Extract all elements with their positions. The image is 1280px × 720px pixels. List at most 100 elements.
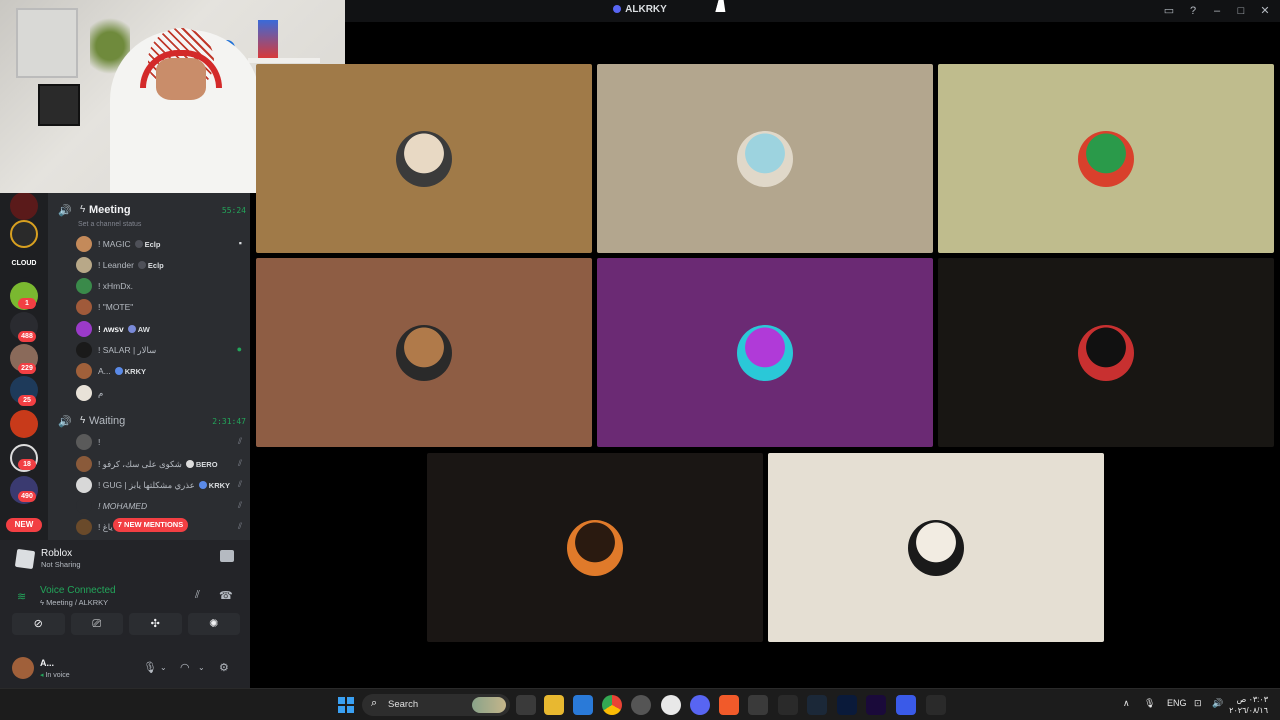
voice-channel-meeting[interactable]: 🔊 ϟ Meeting 55:24 — [56, 203, 246, 219]
app-icon[interactable] — [631, 695, 651, 715]
discord-icon[interactable] — [690, 695, 710, 715]
channel-timer: 55:24 — [221, 206, 246, 215]
tag-icon — [185, 460, 194, 468]
microphone-icon[interactable]: 🎙 — [1144, 698, 1155, 709]
avatar — [76, 498, 92, 514]
voice-connected-label[interactable]: Voice Connected — [40, 585, 116, 596]
server-icon[interactable] — [10, 220, 38, 248]
taskbar-search[interactable]: ⌕ Search — [362, 694, 510, 716]
headphones-icon[interactable]: ◠ — [180, 661, 190, 674]
language-indicator[interactable]: ENG — [1167, 698, 1187, 708]
voice-member[interactable]: ! شكوى على سك، كرفو BERO ⫽ — [76, 455, 242, 473]
disconnect-icon[interactable]: ☎ — [219, 589, 233, 602]
new-unreads-pill[interactable]: NEW — [6, 518, 42, 532]
participant-avatar — [1078, 324, 1134, 381]
server-badge: 490 — [18, 491, 36, 502]
tag-icon — [137, 261, 146, 269]
avatar — [76, 434, 92, 450]
file-explorer-icon[interactable] — [544, 695, 564, 715]
participant-avatar — [567, 519, 623, 576]
voice-member[interactable]: ! "MOTE" — [76, 298, 242, 316]
screen-share-button[interactable]: ⎚ — [70, 613, 123, 635]
close-icon[interactable]: ✕ — [1256, 3, 1274, 19]
figurine — [258, 20, 278, 58]
deafened-icon: ⫽ — [237, 436, 242, 446]
avatar[interactable] — [12, 657, 34, 679]
voice-member[interactable]: ! xHmDx. — [76, 277, 242, 295]
voice-channel-waiting[interactable]: 🔊 ϟ Waiting 2:31:47 — [56, 414, 246, 430]
avatar — [76, 342, 92, 358]
premiere-icon[interactable] — [866, 695, 886, 715]
participant-tile[interactable] — [427, 453, 763, 642]
network-icon[interactable]: ⊡ — [1194, 698, 1202, 709]
windows-start-icon[interactable] — [338, 697, 354, 713]
system-clock[interactable]: ٠٣:٠٣ ص ٢٠٢٦/٠٨/١٦ — [1229, 694, 1268, 716]
noise-suppression-icon[interactable]: ⫽ — [195, 589, 200, 602]
participant-tile[interactable] — [597, 64, 933, 253]
brave-icon[interactable] — [719, 695, 739, 715]
participant-tile[interactable] — [938, 64, 1274, 253]
voice-member[interactable]: ! GUG | عذري مشكلتها يابز KRKY ⫽ — [76, 476, 242, 494]
camera-off-button[interactable]: ⊘ — [12, 613, 65, 635]
obs-icon[interactable] — [661, 695, 681, 715]
participant-tile[interactable] — [256, 258, 592, 447]
app-icon[interactable] — [926, 695, 946, 715]
tag-icon — [114, 367, 123, 375]
microphone-icon[interactable]: 🎙 — [143, 661, 157, 674]
user-status: ◂ In voice — [40, 672, 70, 679]
minimize-icon[interactable]: – — [1208, 3, 1226, 19]
speaker-icon: 🔊 — [58, 416, 72, 428]
avatar — [76, 519, 92, 535]
participant-tile[interactable] — [597, 258, 933, 447]
signal-icon: ≋ — [17, 591, 27, 603]
inbox-icon[interactable]: ▭ — [1160, 3, 1178, 19]
deafened-icon: ⫽ — [237, 500, 242, 510]
participant-tile[interactable] — [768, 453, 1104, 642]
avatar — [76, 456, 92, 472]
maximize-icon[interactable]: □ — [1232, 3, 1250, 19]
new-mentions-pill[interactable]: 7 NEW MENTIONS — [113, 518, 188, 532]
voice-member[interactable]: ! Leander Eclp — [76, 256, 242, 274]
username[interactable]: A... — [40, 658, 54, 668]
voice-member[interactable]: ! ⫽ — [76, 433, 242, 451]
windows-taskbar: ⌕ Search ∧ 🎙 ENG ⊡ 🔊 ٠٣:٠٣ ص ٢٠٢٦/٠٨/١٦ — [0, 688, 1280, 720]
voice-member[interactable]: م — [76, 384, 242, 402]
activities-button[interactable]: ✣ — [129, 613, 182, 635]
server-icon[interactable] — [10, 192, 38, 220]
discord-window: ALKRKY ▭ ? – □ ✕ CLOUD 1 488 229 25 18 4… — [0, 0, 1280, 688]
photoshop-icon[interactable] — [837, 695, 857, 715]
volume-icon[interactable]: 🔊 — [1212, 698, 1223, 709]
server-icon-cloud[interactable]: CLOUD — [10, 250, 38, 278]
steam-icon[interactable] — [807, 695, 827, 715]
participant-avatar — [1078, 130, 1134, 187]
voice-location[interactable]: ϟ Meeting / ALKRKY — [40, 598, 108, 607]
participant-tile[interactable] — [938, 258, 1274, 447]
voice-member[interactable]: ! MAGIC Eclp ▪ — [76, 235, 242, 253]
voice-member[interactable]: A... KRKY — [76, 362, 242, 380]
settings-gear-icon[interactable]: ⚙ — [219, 661, 229, 674]
chevron-down-icon[interactable]: ⌄ — [198, 663, 205, 672]
voice-member[interactable]: ! ᴧᴡꜱᴠ AW — [76, 320, 242, 338]
avatar — [76, 385, 92, 401]
store-icon[interactable] — [573, 695, 593, 715]
chevron-up-icon[interactable]: ∧ — [1123, 698, 1130, 709]
voice-member[interactable]: ! MOHAMED ⫽ — [76, 497, 242, 515]
help-icon[interactable]: ? — [1184, 3, 1202, 19]
voice-member[interactable]: ! SALAR | سالار ● — [76, 341, 242, 359]
participant-avatar — [396, 324, 452, 381]
channel-status[interactable]: Set a channel status — [78, 221, 141, 228]
server-icon[interactable] — [10, 410, 38, 438]
participant-tile[interactable] — [256, 64, 592, 253]
soundboard-button[interactable]: ✺ — [187, 613, 240, 635]
chevron-down-icon[interactable]: ⌄ — [160, 663, 167, 672]
chrome-icon[interactable] — [602, 695, 622, 715]
app-icon[interactable] — [748, 695, 768, 715]
server-badge: 18 — [18, 459, 36, 470]
share-screen-icon[interactable] — [220, 550, 234, 562]
task-view-icon[interactable] — [516, 695, 536, 715]
deafened-icon: ⫽ — [237, 479, 242, 489]
server-badge: 1 — [18, 298, 36, 309]
app-icon[interactable] — [896, 695, 916, 715]
capcut-icon[interactable] — [778, 695, 798, 715]
server-badge: 229 — [18, 363, 36, 374]
